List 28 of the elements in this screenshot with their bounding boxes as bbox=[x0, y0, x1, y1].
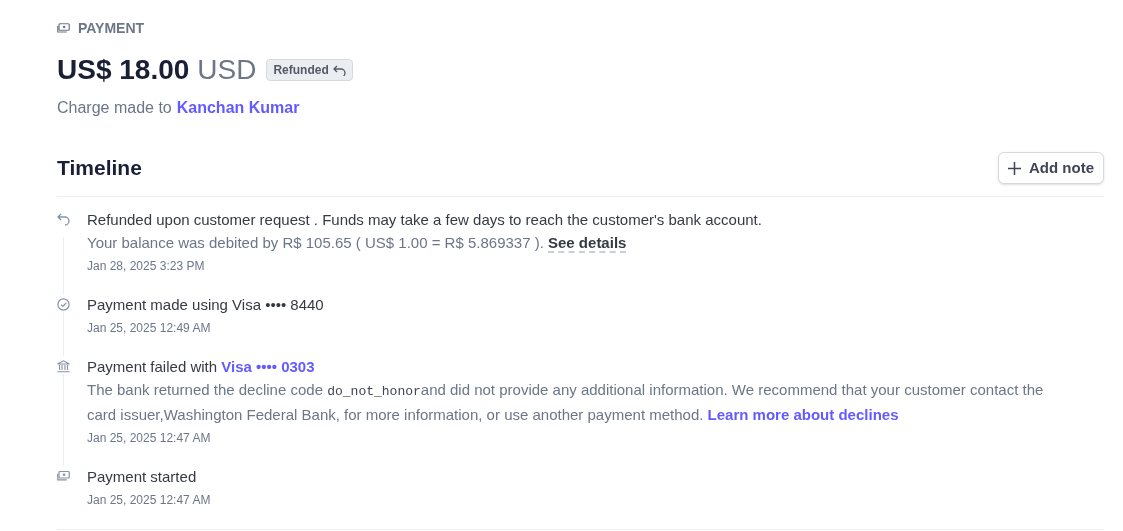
return-arrow-icon bbox=[332, 64, 346, 76]
plus-icon bbox=[1008, 161, 1021, 175]
currency: USD bbox=[197, 53, 257, 87]
return-arrow-icon bbox=[57, 213, 70, 226]
cash-icon bbox=[57, 23, 70, 33]
event-description: Your balance was debited by R$ 105.65 ( US$ 1.00 = R$ 5.869337 ). See details bbox=[87, 233, 628, 253]
amount: US$ 18.00 bbox=[57, 53, 190, 87]
customer-link[interactable]: Kanchan Kumar bbox=[176, 96, 300, 120]
event-title: Refunded upon customer request . Funds may take a few days to reach the customer's bank account. bbox=[87, 210, 762, 230]
status-badge: Refunded bbox=[266, 59, 353, 81]
add-note-button[interactable]: Add note bbox=[998, 152, 1104, 184]
link[interactable]: Learn more about declines bbox=[707, 406, 899, 423]
cash-icon bbox=[57, 470, 70, 483]
charge-label: Charge made to bbox=[57, 98, 172, 118]
link[interactable]: Visa •••• 0303 bbox=[221, 358, 315, 375]
check-circle-icon bbox=[57, 298, 70, 311]
event-description: The bank returned the decline code do_not_honorand did not provide any additional information. We recommend that your customer contact the card issuer,Washington Federal Bank, for more information, or use another payment method. Learn more about declines bbox=[87, 380, 1045, 425]
section-title: Timeline bbox=[57, 155, 142, 182]
bank-icon bbox=[57, 360, 70, 373]
event-time: Jan 25, 2025 12:49 AM bbox=[87, 320, 212, 337]
section-label: PAYMENT bbox=[78, 18, 145, 38]
event-title: Payment failed with Visa •••• 0303 bbox=[87, 357, 316, 377]
event-title: Payment made using Visa •••• 8440 bbox=[87, 295, 324, 315]
event-title: Payment started bbox=[87, 467, 198, 487]
event-time: Jan 25, 2025 12:47 AM bbox=[87, 430, 212, 447]
event-time: Jan 25, 2025 12:47 AM bbox=[87, 492, 211, 509]
event-time: Jan 28, 2025 3:23 PM bbox=[87, 258, 206, 275]
see-details-link[interactable]: See details bbox=[548, 234, 627, 251]
